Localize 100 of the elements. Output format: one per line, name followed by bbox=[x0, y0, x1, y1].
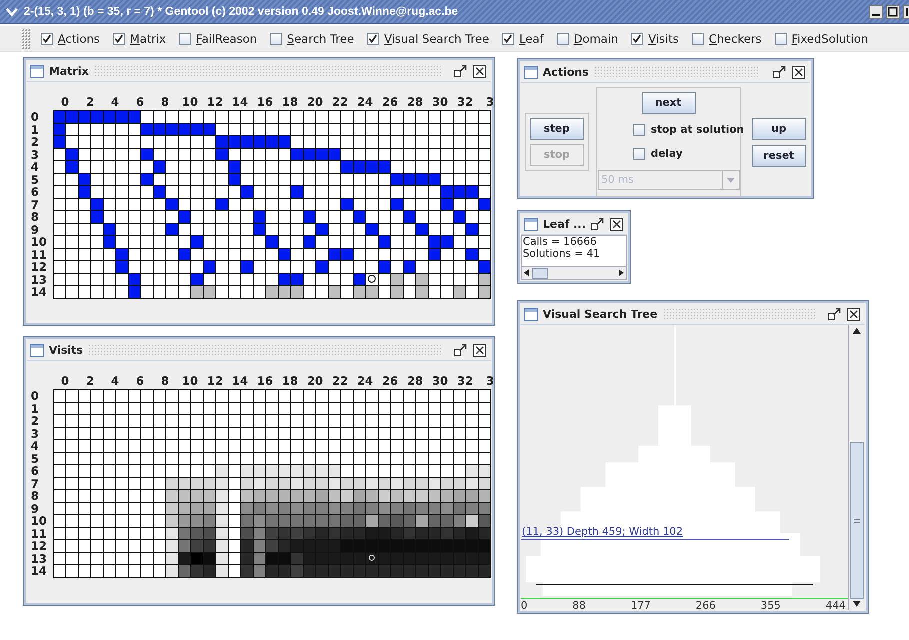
scroll-right-icon[interactable] bbox=[619, 269, 624, 277]
view-checkbox[interactable]: FixedSolution bbox=[774, 32, 868, 46]
row-number: 10 bbox=[31, 236, 48, 248]
maximize-icon[interactable] bbox=[828, 308, 842, 320]
menu-chevron-icon[interactable] bbox=[6, 6, 18, 16]
counter-text: Calls = 16666 bbox=[523, 236, 598, 248]
counter-text: Solutions = 41 bbox=[523, 248, 602, 260]
row-number: 11 bbox=[31, 528, 48, 540]
column-number: 2 bbox=[86, 96, 94, 110]
maximize-icon[interactable] bbox=[454, 64, 468, 78]
action-button[interactable]: step bbox=[530, 118, 584, 140]
column-number: 24 bbox=[357, 375, 374, 389]
column-number: 22 bbox=[332, 375, 348, 389]
row-number: 14 bbox=[31, 565, 48, 578]
row-number: 6 bbox=[31, 186, 40, 198]
axis-label: 88 bbox=[572, 600, 586, 610]
row-number: 3 bbox=[31, 148, 40, 161]
axis-label: 177 bbox=[630, 600, 651, 610]
column-number: 14 bbox=[232, 96, 248, 110]
maximize-icon[interactable] bbox=[591, 218, 606, 230]
window-title: Actions bbox=[543, 66, 589, 78]
row-number: 8 bbox=[31, 211, 40, 224]
column-number: 12 bbox=[207, 375, 224, 389]
action-button[interactable]: next bbox=[642, 92, 696, 114]
horizontal-scrollbar[interactable] bbox=[521, 266, 627, 280]
row-number: 6 bbox=[31, 465, 40, 478]
row-number: 8 bbox=[31, 490, 40, 502]
check-icon bbox=[42, 34, 52, 44]
row-number: 2 bbox=[31, 415, 40, 428]
view-checkbox[interactable]: Visits bbox=[631, 32, 679, 46]
column-number: 20 bbox=[307, 96, 324, 110]
column-number: 10 bbox=[182, 375, 198, 389]
view-checkbox[interactable]: Search Tree bbox=[270, 32, 354, 46]
axis-label: 444 bbox=[826, 600, 846, 610]
check-icon bbox=[114, 34, 124, 44]
view-checkbox[interactable]: Domain bbox=[556, 32, 618, 46]
view-checkbox[interactable]: FailReason bbox=[179, 32, 258, 46]
scroll-thumb[interactable] bbox=[532, 268, 548, 278]
column-number: 14 bbox=[232, 375, 248, 389]
row-number: 4 bbox=[31, 161, 40, 174]
row-number: 0 bbox=[31, 111, 40, 124]
column-number: 20 bbox=[307, 375, 324, 389]
row-number: 7 bbox=[31, 198, 40, 211]
view-checkbox[interactable]: Actions bbox=[41, 32, 100, 46]
window-icon bbox=[524, 308, 538, 320]
window-icon bbox=[30, 64, 44, 78]
column-number: 8 bbox=[161, 96, 170, 110]
check-icon bbox=[503, 34, 514, 44]
column-number: 30 bbox=[432, 96, 448, 110]
column-number: 8 bbox=[161, 375, 170, 389]
option-checkbox[interactable]: delay bbox=[633, 144, 683, 164]
node-info-link[interactable]: (11, 33) Depth 459; Width 102 bbox=[522, 526, 684, 538]
scroll-left-icon[interactable] bbox=[524, 269, 529, 277]
action-button[interactable]: up bbox=[752, 118, 806, 140]
window-icon bbox=[524, 66, 538, 78]
column-number: 26 bbox=[382, 375, 398, 389]
row-number: 9 bbox=[31, 224, 40, 236]
column-number: 18 bbox=[282, 375, 298, 389]
column-number: 6 bbox=[136, 375, 144, 389]
row-number: 14 bbox=[31, 286, 48, 298]
row-number: 5 bbox=[31, 452, 40, 465]
row-number: 1 bbox=[31, 402, 40, 415]
column-number: 18 bbox=[282, 96, 298, 110]
column-number: 4 bbox=[111, 375, 120, 389]
window-icon bbox=[524, 218, 538, 230]
column-number: 16 bbox=[257, 375, 274, 389]
maximize-icon[interactable] bbox=[773, 66, 787, 78]
row-number: 7 bbox=[31, 478, 40, 490]
row-number: 11 bbox=[31, 248, 48, 261]
minimize-icon[interactable] bbox=[869, 4, 883, 18]
axis-label: 0 bbox=[521, 600, 528, 610]
window-title: Matrix bbox=[49, 64, 89, 78]
column-number: 0 bbox=[61, 96, 70, 110]
view-checkbox[interactable]: Checkers bbox=[692, 32, 762, 46]
window-title: Visits bbox=[49, 344, 84, 356]
maximize-icon[interactable] bbox=[886, 4, 900, 18]
scroll-up-icon[interactable] bbox=[853, 328, 861, 334]
view-checkbox[interactable]: Visual Search Tree bbox=[367, 32, 490, 46]
scroll-down-icon[interactable] bbox=[853, 601, 861, 607]
option-checkbox[interactable]: stop at solution bbox=[633, 120, 744, 140]
column-number: 10 bbox=[182, 96, 198, 110]
column-number: 3 bbox=[486, 96, 494, 110]
axis-label: 355 bbox=[760, 600, 781, 610]
scroll-thumb[interactable] bbox=[850, 442, 864, 599]
column-number: 6 bbox=[136, 96, 144, 110]
maximize-icon[interactable] bbox=[454, 344, 468, 356]
window-title: Visual Search Tree bbox=[543, 308, 658, 320]
view-checkbox[interactable]: Matrix bbox=[113, 32, 166, 46]
toolbar-grip[interactable] bbox=[22, 28, 30, 48]
row-number: 13 bbox=[31, 552, 48, 565]
row-number: 0 bbox=[31, 390, 40, 402]
vertical-scrollbar[interactable] bbox=[848, 325, 865, 610]
column-number: 24 bbox=[357, 96, 374, 110]
view-checkbox[interactable]: Leaf bbox=[502, 32, 544, 46]
column-number: 32 bbox=[457, 96, 474, 110]
action-button[interactable]: reset bbox=[752, 144, 806, 166]
window-icon bbox=[30, 344, 44, 356]
row-number: 3 bbox=[31, 428, 40, 440]
check-icon bbox=[632, 34, 642, 44]
column-number: 4 bbox=[111, 96, 120, 110]
